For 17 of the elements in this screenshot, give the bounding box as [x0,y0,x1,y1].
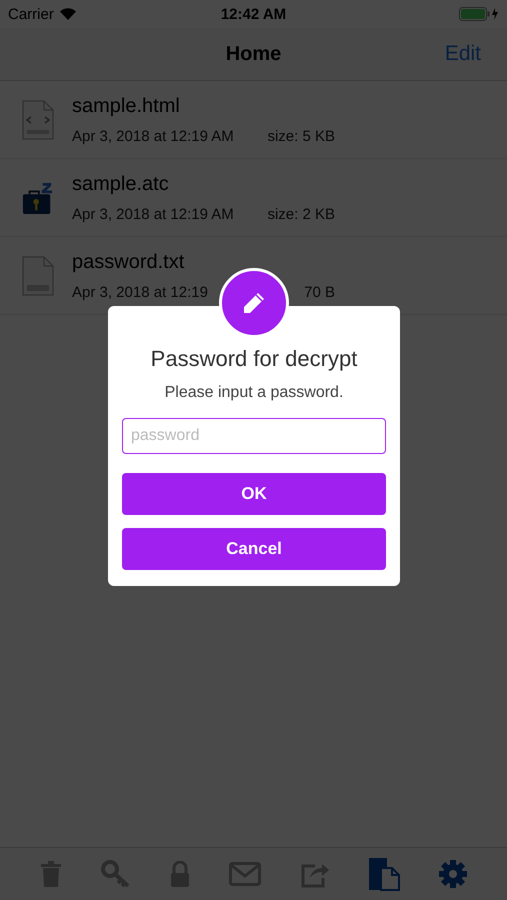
cancel-button[interactable]: Cancel [122,528,386,570]
dialog-message: Please input a password. [164,384,344,402]
file-name: password.txt [72,250,186,274]
file-name: sample.atc [72,172,170,196]
file-size: size: 2 KB [266,206,335,222]
password-field[interactable]: password [122,418,386,454]
file-name: sample.html [72,94,181,118]
clock-time: 12:42 AM [220,6,286,22]
nav-title: Home [226,42,282,66]
carrier-label: Carrier [8,6,54,22]
file-size: 70 B [303,284,335,300]
dialog-title: Password for decrypt [150,346,358,372]
ok-button[interactable]: OK [122,473,386,515]
file-date: Apr 3, 2018 at 12:19 AM [72,206,235,222]
file-date: Apr 3, 2018 at 12:19 [72,284,209,300]
file-size: size: 5 KB [266,128,335,144]
file-date: Apr 3, 2018 at 12:19 AM [72,128,235,144]
